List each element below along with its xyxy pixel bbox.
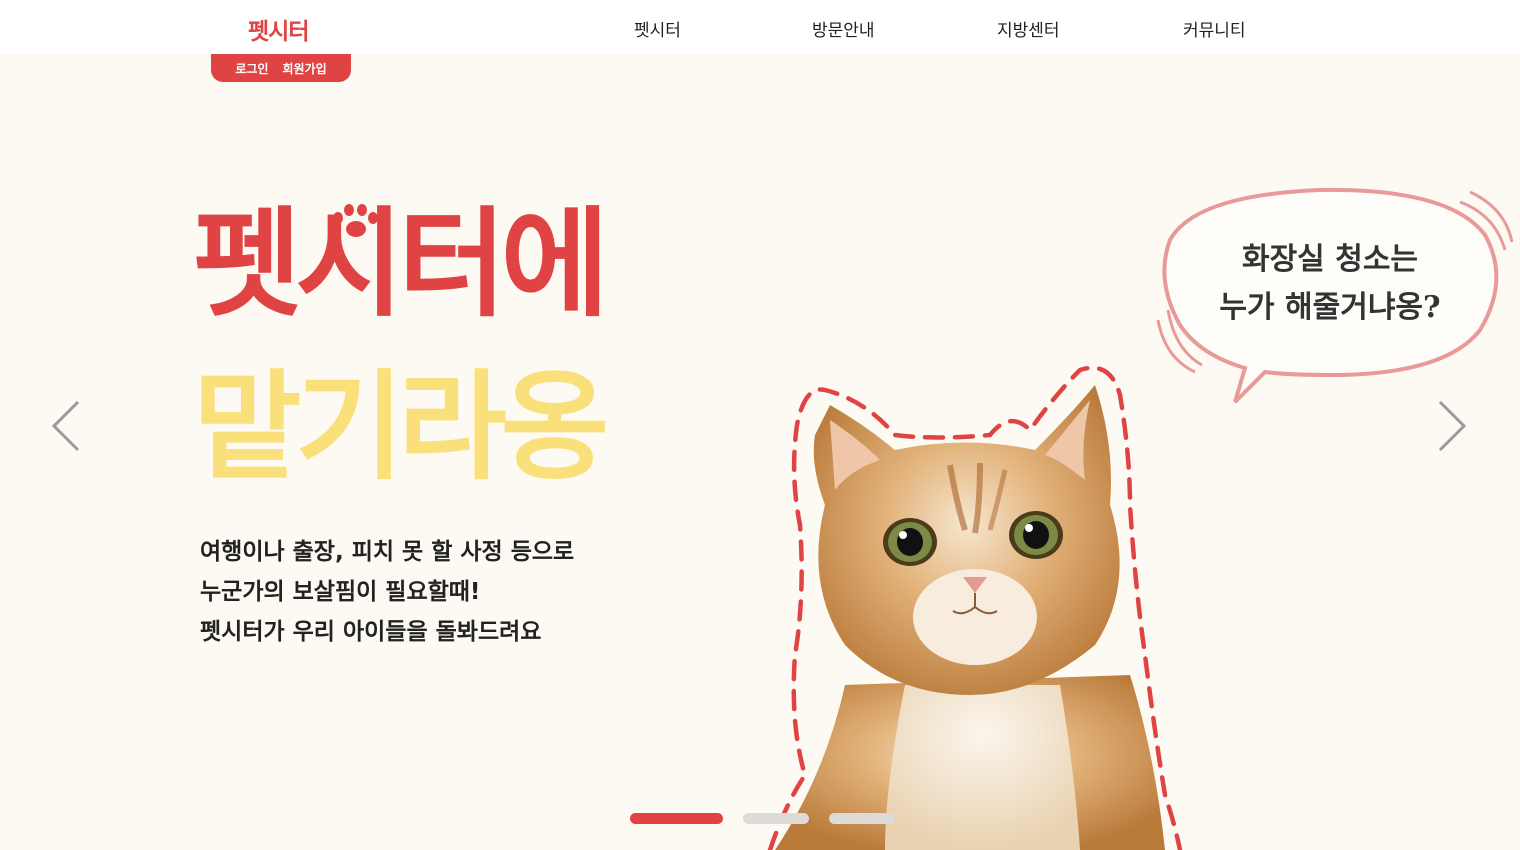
nav-item-regional-center[interactable]: 지방센터 — [997, 16, 1060, 41]
carousel-indicators — [630, 813, 895, 824]
description-line: 누군가의 보살핌이 필요할때! — [200, 579, 481, 605]
hero-headline-line1: 펫시터에 — [193, 195, 609, 333]
paw-icon — [333, 204, 378, 237]
carousel-dot-1[interactable] — [630, 813, 723, 824]
bubble-line: 누가 해줄거냐옹? — [1219, 290, 1441, 325]
site-header: 펫시터 펫시터 방문안내 지방센터 커뮤니티 — [0, 0, 1520, 54]
bubble-line: 화장실 청소는 — [1241, 242, 1419, 277]
nav-item-visit-guide[interactable]: 방문안내 — [812, 16, 875, 41]
hero-description: 여행이나 출장, 피치 못 할 사정 등으로 누군가의 보살핌이 필요할때! 펫… — [200, 532, 574, 652]
site-logo[interactable]: 펫시터 — [248, 12, 309, 46]
hero-headline-line2: 맡기라옹 — [193, 358, 609, 496]
speech-bubble-text: 화장실 청소는 누가 해줄거냐옹? — [1185, 236, 1475, 332]
signup-link[interactable]: 회원가입 — [282, 60, 326, 77]
auth-tab: 로그인 회원가입 — [211, 54, 351, 82]
carousel-dot-3[interactable] — [829, 813, 895, 824]
chevron-left-icon[interactable] — [48, 398, 86, 454]
nav-item-petsitter[interactable]: 펫시터 — [634, 16, 681, 41]
cat-image — [767, 365, 1183, 850]
nav-item-community[interactable]: 커뮤니티 — [1183, 16, 1246, 41]
login-link[interactable]: 로그인 — [235, 60, 268, 77]
description-line: 펫시터가 우리 아이들을 돌봐드려요 — [200, 619, 542, 645]
carousel-dot-2[interactable] — [743, 813, 809, 824]
description-line: 여행이나 출장, 피치 못 할 사정 등으로 — [200, 539, 575, 565]
